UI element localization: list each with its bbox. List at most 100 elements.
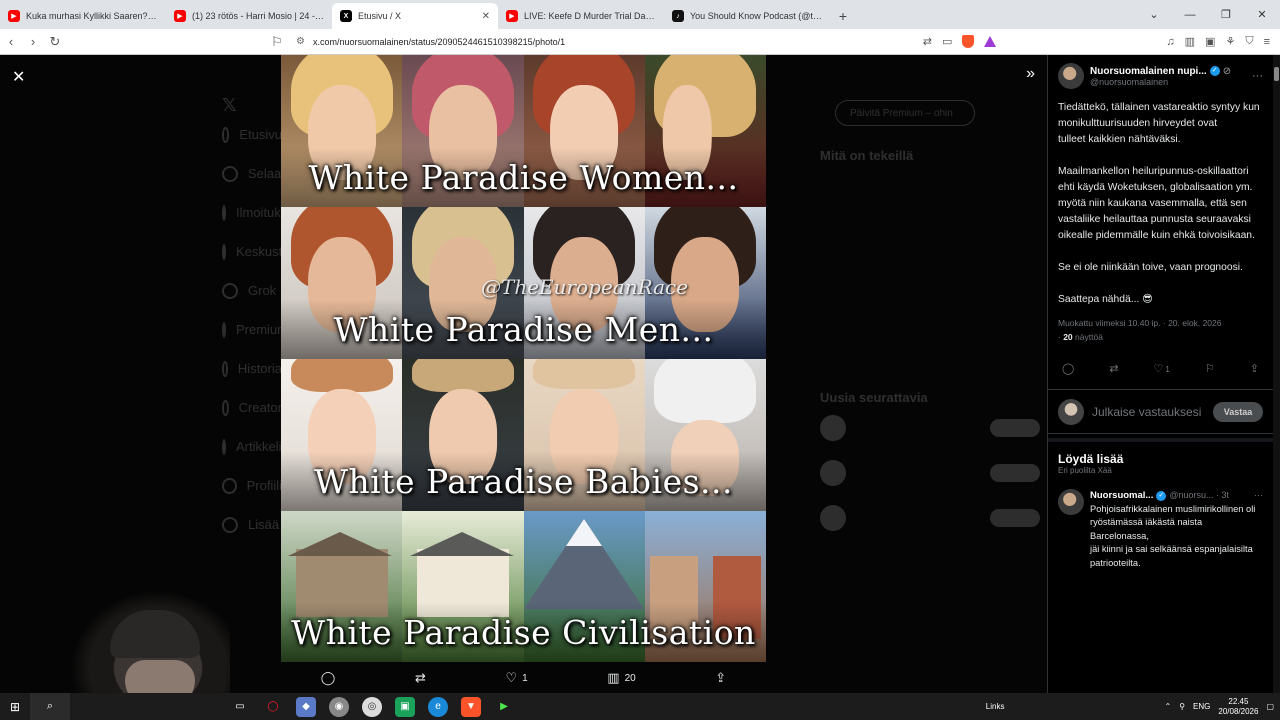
opera-icon[interactable]: ◯ — [263, 697, 283, 717]
bookmark-icon[interactable]: ⚐ — [266, 34, 288, 50]
edge-icon[interactable]: e — [428, 696, 448, 717]
author-name[interactable]: Nuorsuomalainen nupi... — [1090, 66, 1207, 77]
network-icon[interactable]: ⚲ — [1179, 702, 1185, 711]
avatar[interactable] — [1058, 63, 1084, 89]
windows-start-icon[interactable]: ⊞ — [0, 700, 30, 714]
browser-tab[interactable]: ▶ Kuka murhasi Kyllikki Saaren? | 23 ri.… — [0, 3, 166, 29]
media-icon[interactable]: ♫ — [1166, 36, 1174, 48]
nav-item: Creator — [222, 388, 282, 427]
nav-item: Premium — [222, 310, 288, 349]
chevron-up-icon[interactable]: ⌃ — [1164, 702, 1171, 711]
address-bar-actions: ⇄ ▭ ♫ ▥ ▣ ⚘ ⛉ ≡ — [923, 35, 1280, 48]
browser-tab[interactable]: ▶ LIVE: Keefe D Murder Trial Day 4 | Off… — [498, 3, 664, 29]
brave-icon[interactable]: ▼ — [461, 696, 481, 717]
band-title: White Paradise Women... — [308, 158, 739, 197]
url-text: x.com/nuorsuomalainen/status/20905244615… — [312, 36, 566, 47]
nav-item: Selaa — [222, 154, 282, 193]
trending-title: Mitä on tekeillä — [820, 148, 914, 163]
rec-author-name[interactable]: Nuorsuomal... — [1090, 489, 1153, 503]
recommended-tweet[interactable]: Nuorsuomal... ✓ @nuorsu... · 3t ··· Pohj… — [1048, 475, 1273, 570]
like-button[interactable]: ♡ 1 — [505, 670, 527, 686]
trend-row — [820, 286, 1040, 327]
clock[interactable]: 22.45 20/08/2026 — [1218, 697, 1258, 717]
back-icon[interactable]: ‹ — [0, 34, 22, 49]
discover-title: Löydä lisää — [1058, 452, 1124, 466]
close-icon[interactable]: ✕ — [12, 67, 25, 87]
x-logo-icon: X — [340, 10, 352, 22]
app-icon[interactable]: ▣ — [395, 696, 415, 717]
trend-row — [820, 163, 1040, 204]
nav-item: Artikkelit — [222, 427, 285, 466]
site-settings-icon[interactable]: ⚙ — [296, 36, 305, 47]
reload-icon[interactable]: ↻ — [44, 34, 66, 50]
discover-subtitle: Eri puolilta Xää — [1058, 466, 1112, 475]
views-label: näyttöä — [1075, 332, 1103, 342]
menu-icon[interactable]: ≡ — [1264, 36, 1270, 48]
chrome-icon[interactable]: ◉ — [329, 696, 349, 717]
tab-label: (1) 23 rötös - Harri Mosio | 24 - YouT..… — [192, 11, 324, 21]
tweet-side-panel: Nuorsuomalainen nupi... ✓ ⊘ @nuorsuomalain… — [1047, 55, 1273, 693]
clock-date: 20/08/2026 — [1218, 706, 1259, 716]
forward-icon[interactable]: › — [22, 34, 44, 49]
tweet-meta: Muokattu viimeksi 10.40 ip. · 20. elok. … — [1058, 318, 1222, 342]
reply-icon[interactable]: ◯ — [1062, 362, 1074, 389]
reply-button[interactable]: Vastaa — [1213, 401, 1263, 422]
url-field[interactable]: ⚙ x.com/nuorsuomalainen/status/209052446… — [296, 36, 896, 47]
translate-icon[interactable]: ⇄ — [923, 35, 932, 48]
like-button[interactable]: ♡ 1 — [1154, 362, 1170, 389]
brave-rewards-icon[interactable] — [984, 36, 997, 47]
links-toolbar[interactable]: Links — [986, 702, 1005, 711]
maximize-button[interactable]: ❐ — [1208, 8, 1244, 21]
tab-search-icon[interactable]: ⌄ — [1136, 8, 1172, 21]
author-handle[interactable]: @nuorsuomalainen — [1090, 77, 1246, 87]
repost-icon[interactable]: ⇄ — [1109, 362, 1118, 389]
band-title: White Paradise Men... — [333, 310, 714, 349]
like-count: 1 — [522, 672, 528, 684]
nav-item: Etusivu — [222, 115, 282, 154]
tab-label: You Should Know Podcast (@thepsf... — [690, 11, 822, 21]
browser-tab[interactable]: ♪ You Should Know Podcast (@thepsf... — [664, 3, 830, 29]
minimize-button[interactable]: — — [1172, 9, 1208, 21]
scrollbar[interactable] — [1273, 55, 1280, 693]
close-window-button[interactable]: ✕ — [1244, 8, 1280, 21]
browser-tab-bar: ▶ Kuka murhasi Kyllikki Saaren? | 23 ri.… — [0, 0, 1280, 29]
views-button[interactable]: ▥ 20 — [607, 670, 635, 686]
rec-author-handle: @nuorsu... · 3t — [1169, 490, 1230, 500]
more-options-icon[interactable]: ··· — [1252, 70, 1263, 82]
grok-icon[interactable]: ⊘ — [1223, 66, 1231, 77]
bookmark-icon[interactable]: ⚐ — [1205, 362, 1215, 389]
share-icon[interactable]: ⇪ — [1250, 362, 1259, 389]
brave-shields-icon[interactable] — [962, 35, 975, 48]
wallet-icon[interactable]: ▣ — [1205, 35, 1215, 48]
notification-icon[interactable]: ▢ — [1266, 702, 1274, 711]
repost-button[interactable]: ⇄ — [415, 670, 426, 686]
background-nav: 𝕏 Etusivu Selaa Ilmoitukset Keskustelu G… — [222, 94, 300, 544]
x-logo-icon: 𝕏 — [222, 94, 237, 115]
avatar[interactable] — [1058, 489, 1084, 515]
bar-chart-icon: ▥ — [607, 670, 620, 685]
reply-icon: ◯ — [320, 670, 336, 685]
browser-tab-active[interactable]: X Etusivu / X ✕ — [332, 3, 498, 29]
more-options-icon[interactable]: ··· — [1254, 489, 1263, 503]
app-icon[interactable]: ◆ — [296, 696, 316, 717]
reply-button[interactable]: ◯ — [321, 670, 336, 686]
share-button[interactable]: ⇪ — [715, 670, 726, 686]
new-tab-button[interactable]: + — [830, 3, 856, 29]
expand-panel-icon[interactable]: » — [1026, 65, 1035, 83]
close-tab-icon[interactable]: ✕ — [482, 11, 490, 22]
cast-icon[interactable]: ▭ — [942, 35, 952, 48]
browser-tab[interactable]: ▶ (1) 23 rötös - Harri Mosio | 24 - YouT… — [166, 3, 332, 29]
photo-band-babies: White Paradise Babies... — [281, 359, 766, 511]
vpn-icon[interactable]: ⛉ — [1245, 35, 1253, 48]
language-indicator[interactable]: ENG — [1193, 702, 1210, 711]
edited-timestamp[interactable]: Muokattu viimeksi 10.40 ip. · 20. elok. … — [1058, 318, 1221, 328]
app-icon[interactable]: ◎ — [362, 696, 382, 717]
tweet-photo[interactable]: White Paradise Women... @TheEuropeanRace… — [281, 55, 766, 662]
sidebar-toggle-icon[interactable]: ▥ — [1185, 35, 1195, 48]
extensions-icon[interactable]: ⚘ — [1225, 35, 1235, 48]
search-icon[interactable]: ⌕ — [30, 693, 70, 720]
reply-input[interactable]: Julkaise vastauksesi — [1092, 406, 1205, 418]
task-view-icon[interactable]: ▭ — [230, 697, 250, 717]
youtube-icon: ▶ — [8, 10, 20, 22]
app-icon[interactable]: ▶ — [494, 697, 514, 717]
